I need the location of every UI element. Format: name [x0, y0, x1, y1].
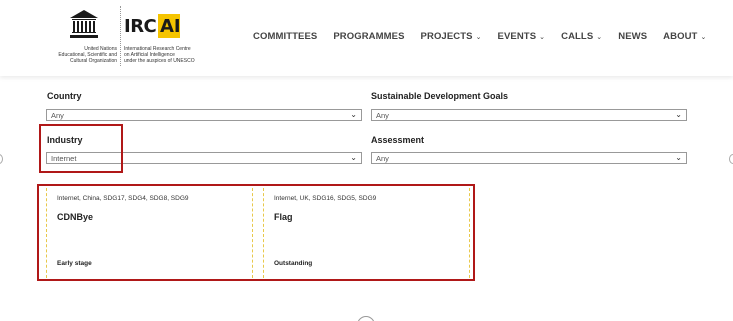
ircai-logo-irc: IRC: [124, 16, 157, 37]
scroll-right-indicator[interactable]: [729, 154, 733, 164]
nav-projects[interactable]: PROJECTS ⌄: [421, 31, 482, 42]
country-select[interactable]: Any ⌄: [46, 109, 362, 121]
sdg-filter-label: Sustainable Development Goals: [371, 91, 509, 101]
chevron-down-icon: ⌄: [675, 153, 682, 162]
industry-highlight-box: [39, 124, 123, 173]
chevron-down-icon: ⌄: [350, 110, 357, 119]
scroll-left-indicator[interactable]: [0, 154, 3, 164]
unesco-temple-icon: [70, 10, 98, 38]
ircai-logo-ai: AI: [160, 16, 181, 37]
chevron-down-icon: ⌄: [675, 110, 682, 119]
ircai-caption: International Research Centre on Artific…: [124, 46, 195, 64]
assessment-select[interactable]: Any ⌄: [371, 152, 687, 164]
nav-programmes[interactable]: PROGRAMMES: [333, 31, 404, 42]
assessment-select-value: Any: [376, 154, 389, 163]
chevron-down-icon: ⌄: [700, 34, 707, 41]
chevron-down-icon: ⌄: [350, 153, 357, 162]
assessment-filter-label: Assessment: [371, 135, 425, 145]
country-filter-label: Country: [47, 91, 82, 101]
nav-calls[interactable]: CALLS ⌄: [561, 31, 602, 42]
chevron-down-icon: ⌄: [475, 34, 482, 41]
chevron-down-icon: ⌄: [539, 34, 546, 41]
nav-events[interactable]: EVENTS ⌄: [498, 31, 546, 42]
nav-about[interactable]: ABOUT ⌄: [663, 31, 706, 42]
nav-news[interactable]: NEWS: [618, 31, 647, 42]
scroll-down-indicator[interactable]: [357, 316, 375, 321]
sdg-select-value: Any: [376, 111, 389, 120]
main-nav: COMMITTEES PROGRAMMES PROJECTS ⌄ EVENTS ⌄ …: [253, 31, 706, 42]
unesco-caption: United Nations Educational, Scientific a…: [58, 46, 117, 64]
logo-divider: [120, 6, 121, 66]
chevron-down-icon: ⌄: [596, 34, 603, 41]
sdg-select[interactable]: Any ⌄: [371, 109, 687, 121]
results-highlight-box: [37, 184, 475, 281]
unesco-logo[interactable]: United Nations Educational, Scientific a…: [48, 6, 118, 66]
nav-committees[interactable]: COMMITTEES: [253, 31, 317, 42]
country-select-value: Any: [51, 111, 64, 120]
site-header: United Nations Educational, Scientific a…: [0, 0, 733, 76]
